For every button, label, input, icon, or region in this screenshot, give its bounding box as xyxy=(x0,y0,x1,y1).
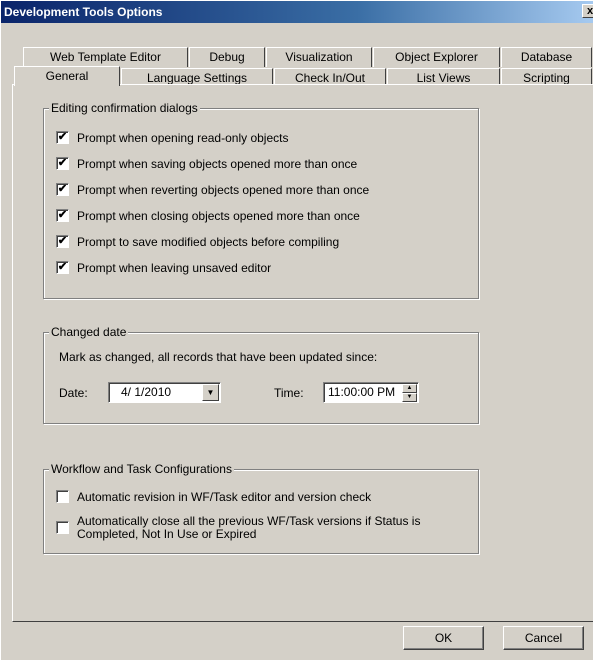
time-value: 11:00:00 PM xyxy=(328,385,396,399)
spin-down-icon[interactable]: ▼ xyxy=(402,393,417,402)
checkbox[interactable]: ✔ xyxy=(56,209,69,222)
date-value: 4/ 1/2010 xyxy=(121,385,172,399)
checkbox[interactable]: ✔ xyxy=(56,183,69,196)
date-picker[interactable]: 4/ 1/2010 ▼ xyxy=(108,382,221,403)
checkbox[interactable]: ✔ xyxy=(56,157,69,170)
tab-panel-general: Editing confirmation dialogs ✔ Prompt wh… xyxy=(12,84,593,650)
checkbox-label: Automatic revision in WF/Task editor and… xyxy=(77,490,372,504)
window-title: Development Tools Options xyxy=(4,5,163,19)
tab-visualization[interactable]: Visualization xyxy=(266,47,372,67)
tab-database[interactable]: Database xyxy=(501,47,592,67)
cancel-button[interactable]: Cancel xyxy=(503,626,584,650)
time-label: Time: xyxy=(274,386,304,400)
time-input[interactable]: 11:00:00 PM ▲ ▼ xyxy=(323,382,419,403)
checkbox[interactable] xyxy=(56,490,69,503)
checkbox-label: Prompt when reverting objects opened mor… xyxy=(77,183,370,197)
checkbox-label: Prompt when closing objects opened more … xyxy=(77,209,360,223)
changed-date-legend: Changed date xyxy=(49,325,129,339)
checkbox-label-line2: Completed, Not In Use or Expired xyxy=(77,527,257,541)
editing-group-legend: Editing confirmation dialogs xyxy=(49,101,200,115)
tab-object-explorer[interactable]: Object Explorer xyxy=(373,47,500,67)
checkbox[interactable]: ✔ xyxy=(56,235,69,248)
spin-up-icon[interactable]: ▲ xyxy=(402,384,417,393)
close-icon[interactable]: x xyxy=(582,4,593,18)
options-dialog: Development Tools Options x Web Template… xyxy=(0,0,593,660)
title-bar: Development Tools Options x xyxy=(1,1,593,23)
checkbox-label: Prompt when leaving unsaved editor xyxy=(77,261,272,275)
checkbox-label: Prompt when opening read-only objects xyxy=(77,131,289,145)
changed-date-description: Mark as changed, all records that have b… xyxy=(59,350,378,364)
workflow-group: Workflow and Task Configurations Automat… xyxy=(43,462,479,554)
checkbox-label: Prompt when saving objects opened more t… xyxy=(77,157,358,171)
tab-web-template-editor[interactable]: Web Template Editor xyxy=(23,47,188,67)
chevron-down-icon[interactable]: ▼ xyxy=(202,384,219,401)
checkbox[interactable]: ✔ xyxy=(56,261,69,274)
tab-general[interactable]: General xyxy=(14,66,120,86)
ok-button[interactable]: OK xyxy=(403,626,484,650)
date-label: Date: xyxy=(59,386,88,400)
checkbox[interactable] xyxy=(56,521,69,534)
tab-debug[interactable]: Debug xyxy=(189,47,265,67)
checkbox-label: Prompt to save modified objects before c… xyxy=(77,235,340,249)
changed-date-group: Changed date Mark as changed, all record… xyxy=(43,325,479,424)
checkbox[interactable]: ✔ xyxy=(56,131,69,144)
editing-confirmation-group: Editing confirmation dialogs ✔ Prompt wh… xyxy=(43,101,479,299)
workflow-group-legend: Workflow and Task Configurations xyxy=(49,462,234,476)
